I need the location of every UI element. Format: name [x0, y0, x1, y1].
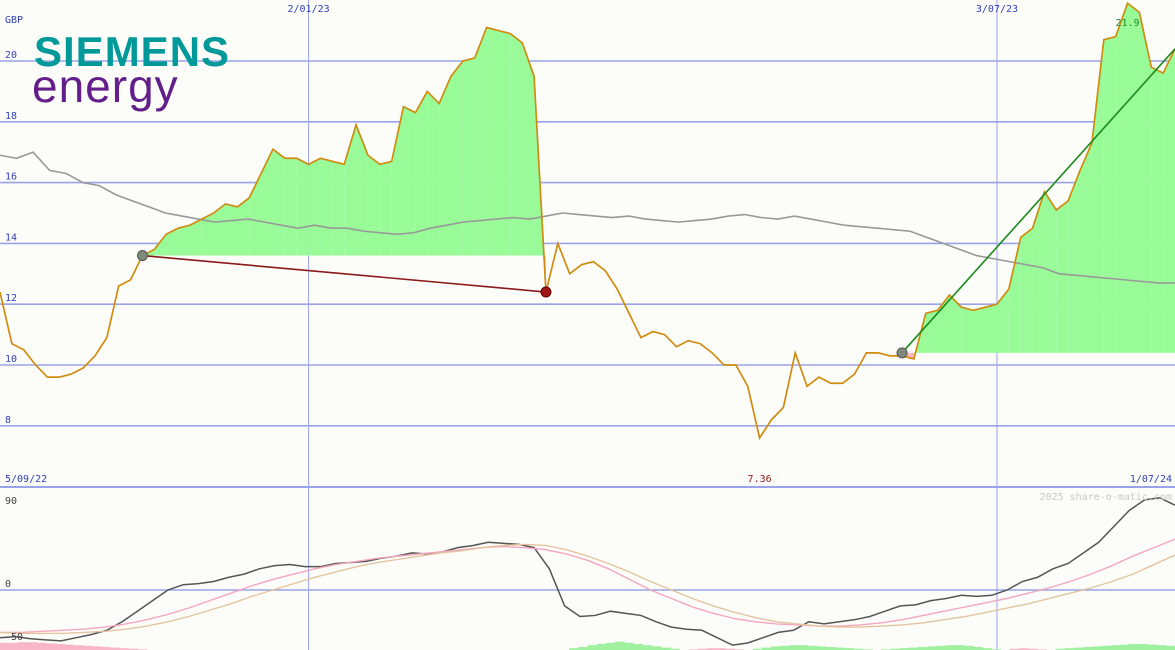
histogram-bar: [36, 642, 47, 650]
trade-exit-marker-0: [540, 286, 552, 298]
fill-segment: [332, 161, 345, 256]
histogram-bar: [596, 644, 607, 650]
fill-segment: [985, 304, 997, 353]
fill-segment: [510, 33, 523, 256]
histogram-bar: [73, 645, 84, 650]
fill-segment: [1163, 48, 1175, 353]
fill-segment: [498, 30, 511, 256]
fill-segment: [1103, 36, 1116, 353]
fill-segment: [486, 27, 499, 256]
fill-segment: [1080, 143, 1092, 353]
histogram-bar: [1119, 644, 1130, 650]
y-tick-label: 8: [5, 415, 11, 426]
x-tick-label: 2/01/23: [288, 4, 330, 15]
osc-y-tick-label: -50: [5, 632, 23, 643]
fill-segment: [272, 149, 285, 256]
histogram-bar: [936, 645, 947, 650]
max-price-label: 21.9: [1115, 18, 1139, 29]
y-tick-label: 12: [5, 293, 17, 304]
histogram-bar: [605, 642, 616, 650]
histogram-bar: [64, 644, 74, 650]
y-tick-label: 16: [5, 172, 17, 183]
fill-segment: [1056, 200, 1069, 353]
histogram-bar: [9, 642, 19, 650]
y-tick-label: 18: [5, 111, 17, 122]
fill-segment: [1127, 3, 1140, 353]
min-price-label: 7.36: [748, 474, 772, 485]
watermark: 2025 share-o-matic.com: [1040, 492, 1172, 503]
histogram-bar: [91, 646, 102, 650]
y-tick-label: 14: [5, 232, 17, 243]
fill-segment: [296, 158, 309, 256]
histogram-bar: [27, 642, 38, 650]
fill-segment: [178, 225, 190, 256]
fill-segment: [522, 42, 535, 256]
histogram-bar: [1147, 644, 1158, 650]
fill-segment: [225, 203, 238, 256]
histogram-bar: [1129, 644, 1139, 650]
histogram-bar: [55, 644, 65, 650]
logo-text-bottom: energy: [32, 60, 179, 112]
fill-segment: [961, 307, 974, 353]
histogram-bar: [807, 645, 818, 650]
histogram-bar: [587, 645, 598, 650]
osc-y-tick-label: 0: [5, 579, 11, 590]
fill-segment: [1115, 3, 1128, 353]
histogram-bar: [1092, 646, 1103, 650]
price-chart: GBP81012141618202/01/233/07/231/01/245/0…: [0, 0, 1175, 650]
fill-segment: [451, 61, 463, 256]
osc-y-tick-label: 90: [5, 496, 17, 507]
histogram-bar: [82, 645, 93, 650]
histogram-bar: [615, 641, 625, 650]
fill-segment: [308, 158, 321, 256]
histogram-bar: [1101, 645, 1112, 650]
histogram-bar: [945, 645, 956, 650]
histogram-bar: [798, 645, 809, 650]
histogram-bar: [816, 646, 827, 650]
end-date-label: 1/07/24: [1130, 474, 1172, 485]
trade-entry-marker-1: [896, 347, 908, 359]
histogram-bar: [954, 645, 965, 650]
histogram-bar: [789, 645, 800, 650]
fill-segment: [973, 307, 986, 353]
fill-segment: [320, 158, 333, 256]
fill-segment: [1020, 228, 1033, 353]
currency-label: GBP: [5, 15, 23, 26]
histogram-bar: [18, 642, 29, 650]
histogram-bar: [927, 646, 937, 650]
fill-segment: [462, 57, 475, 256]
trade-entry-marker-0: [136, 250, 148, 262]
fill-segment: [367, 155, 380, 256]
histogram-bar: [642, 645, 653, 650]
start-date-label: 5/09/22: [5, 474, 47, 485]
histogram-bar: [780, 645, 790, 650]
histogram-bar: [624, 642, 634, 650]
fill-segment: [284, 158, 297, 256]
histogram-bar: [1138, 644, 1148, 650]
x-tick-label: 3/07/23: [976, 4, 1018, 15]
histogram-bar: [771, 646, 781, 650]
histogram-bar: [1156, 645, 1167, 650]
fill-segment: [439, 76, 452, 256]
fill-segment: [1151, 67, 1164, 353]
fill-segment: [379, 161, 392, 256]
histogram-bar: [0, 642, 10, 650]
histogram-bar: [963, 645, 974, 650]
fill-segment: [1139, 12, 1152, 353]
histogram-bar: [1110, 645, 1121, 650]
histogram-bar: [45, 643, 56, 650]
y-tick-label: 10: [5, 354, 17, 365]
fill-segment: [427, 91, 440, 256]
histogram-bar: [651, 646, 662, 650]
fill-segment: [925, 310, 938, 353]
histogram-bar: [633, 644, 644, 650]
y-tick-label: 20: [5, 50, 17, 61]
histogram-bar: [1165, 645, 1175, 650]
